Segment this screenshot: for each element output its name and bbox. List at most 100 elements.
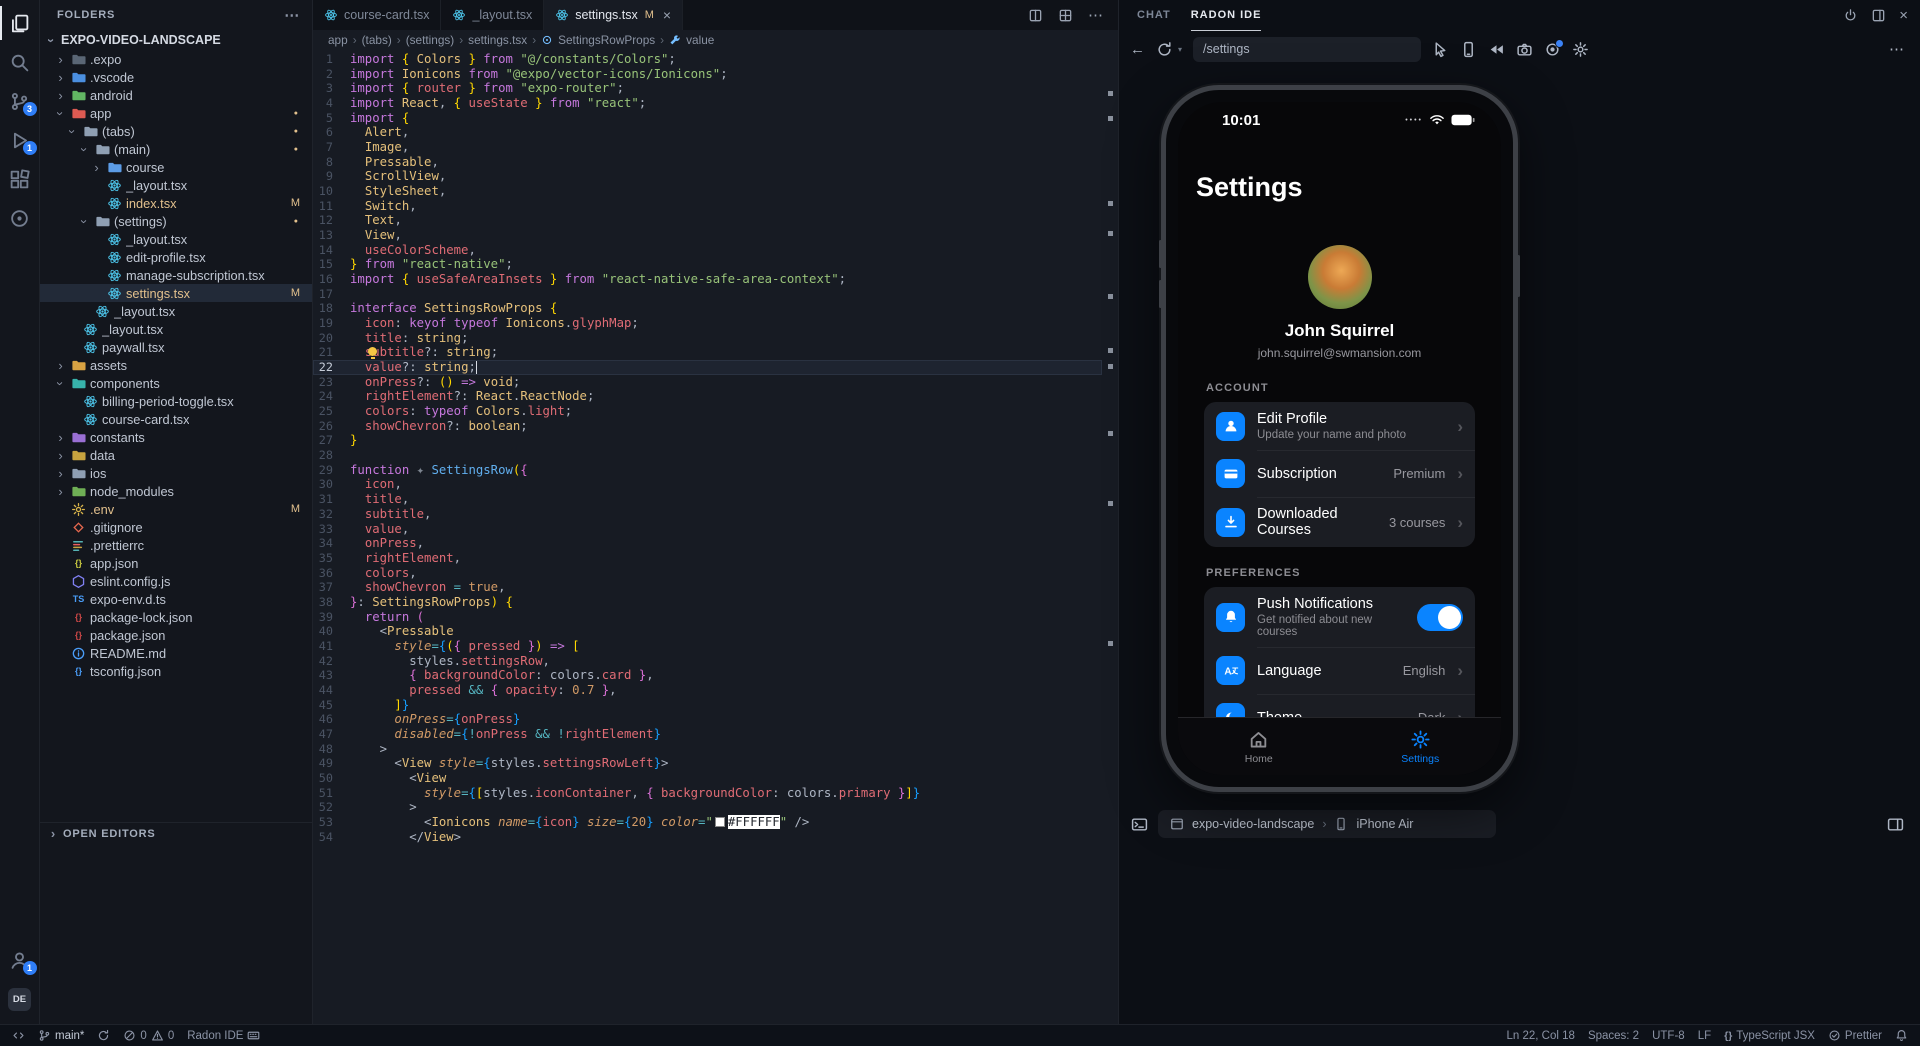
breadcrumb-item[interactable]: settings.tsx [468, 33, 527, 47]
code-line[interactable]: 43 { backgroundColor: colors.card }, [313, 668, 1102, 683]
tree-item[interactable]: ›data [40, 446, 312, 464]
toggle-switch[interactable] [1417, 604, 1463, 631]
code-line[interactable]: 18interface SettingsRowProps { [313, 301, 1102, 316]
screenshot-icon[interactable] [1516, 41, 1533, 58]
tree-item[interactable]: ›manage-subscription.tsx [40, 266, 312, 284]
tree-item[interactable]: ›billing-period-toggle.tsx [40, 392, 312, 410]
code-line[interactable]: 35 rightElement, [313, 551, 1102, 566]
tree-item[interactable]: ›_layout.tsx [40, 230, 312, 248]
tree-item[interactable]: ›components [40, 374, 312, 392]
activity-explorer[interactable] [0, 6, 40, 40]
activity-scm[interactable]: 3 [0, 84, 40, 118]
panel-tab-chat[interactable]: CHAT [1137, 0, 1171, 31]
tree-item[interactable]: ›constants [40, 428, 312, 446]
code-line[interactable]: 31 title, [313, 492, 1102, 507]
breadcrumb-item[interactable]: (settings) [406, 33, 455, 47]
phone-tab-settings[interactable]: Settings [1340, 718, 1502, 775]
tree-item[interactable]: ›edit-profile.tsx [40, 248, 312, 266]
tab-_layout-tsx[interactable]: _layout.tsx [441, 0, 544, 30]
code-line[interactable]: 20 title: string; [313, 331, 1102, 346]
status-problems[interactable]: 00 [123, 1029, 174, 1042]
status-notifications[interactable] [1895, 1029, 1908, 1042]
status-language-mode[interactable]: {}TypeScript JSX [1724, 1030, 1815, 1042]
code-line[interactable]: 34 onPress, [313, 536, 1102, 551]
code-line[interactable]: 19 icon: keyof typeof Ionicons.glyphMap; [313, 316, 1102, 331]
tree-item[interactable]: ›assets [40, 356, 312, 374]
code-line[interactable]: 2import Ionicons from "@expo/vector-icon… [313, 67, 1102, 82]
settings-row[interactable]: ALanguageEnglish› [1204, 647, 1475, 694]
breadcrumb-item[interactable]: value [686, 33, 714, 47]
tree-item[interactable]: ›settings.tsxM [40, 284, 312, 302]
tree-item[interactable]: ›.vscode [40, 68, 312, 86]
tree-item[interactable]: ›(main)● [40, 140, 312, 158]
status-branch[interactable]: main* [38, 1029, 84, 1042]
code-line[interactable]: 27} [313, 433, 1102, 448]
overview-ruler[interactable] [1105, 49, 1117, 1024]
code-line[interactable]: 38}: SettingsRowProps) { [313, 595, 1102, 610]
code-line[interactable]: 47 disabled={!onPress && !rightElement} [313, 727, 1102, 742]
activity-accounts[interactable]: 1 [0, 943, 40, 977]
code-line[interactable]: 52 > [313, 800, 1102, 815]
close-icon[interactable]: × [1899, 8, 1908, 23]
record-icon[interactable] [1544, 41, 1561, 58]
code-line[interactable]: 41 style={({ pressed }) => [ [313, 639, 1102, 654]
tree-item[interactable]: ›ios [40, 464, 312, 482]
code-line[interactable]: 50 <View [313, 771, 1102, 786]
refresh-icon[interactable] [1156, 41, 1173, 58]
open-in-window-icon[interactable] [1871, 8, 1886, 23]
settings-row[interactable]: SubscriptionPremium› [1204, 450, 1475, 497]
settings-row[interactable]: Downloaded Courses3 courses› [1204, 497, 1475, 547]
tree-item[interactable]: ›app● [40, 104, 312, 122]
status-sync[interactable] [97, 1029, 110, 1042]
tree-item[interactable]: ›README.md [40, 644, 312, 662]
activity-search[interactable] [0, 45, 40, 79]
code-line[interactable]: 49 <View style={styles.settingsRowLeft}> [313, 756, 1102, 771]
power-icon[interactable] [1843, 8, 1858, 23]
code-line[interactable]: 14 useColorScheme, [313, 243, 1102, 258]
code-line[interactable]: 23 onPress?: () => void; [313, 375, 1102, 390]
activity-debug[interactable]: 1 [0, 123, 40, 157]
code-line[interactable]: 16import { useSafeAreaInsets } from "rea… [313, 272, 1102, 287]
code-line[interactable]: 15} from "react-native"; [313, 257, 1102, 272]
panel-toggle-icon[interactable] [1887, 816, 1904, 833]
phone-tab-home[interactable]: Home [1178, 718, 1340, 775]
device-selector[interactable]: expo-video-landscape › iPhone Air [1158, 810, 1496, 838]
open-editors-header[interactable]: › OPEN EDITORS [40, 822, 312, 844]
tree-item[interactable]: ›.gitignore [40, 518, 312, 536]
code-line[interactable]: 30 icon, [313, 477, 1102, 492]
code-line[interactable]: 44 pressed && { opacity: 0.7 }, [313, 683, 1102, 698]
code-line[interactable]: 37 showChevron = true, [313, 580, 1102, 595]
settings-row[interactable]: Push NotificationsGet notified about new… [1204, 587, 1475, 647]
code-line[interactable]: 5import { [313, 111, 1102, 126]
console-icon[interactable] [1131, 816, 1148, 833]
status-indentation[interactable]: Spaces: 2 [1588, 1030, 1639, 1042]
tree-root-folder[interactable]: › EXPO-VIDEO-LANDSCAPE [40, 30, 312, 50]
more-actions-icon[interactable]: ⋯ [284, 6, 300, 24]
inspect-icon[interactable] [1432, 41, 1449, 58]
replay-icon[interactable] [1488, 41, 1505, 58]
profile-avatar[interactable] [1308, 245, 1372, 309]
code-line[interactable]: 22 value?: string; [313, 360, 1102, 375]
tree-item[interactable]: ›_layout.tsx [40, 176, 312, 194]
panel-tab-radon-ide[interactable]: RADON IDE [1191, 0, 1262, 31]
code-line[interactable]: 10 StyleSheet, [313, 184, 1102, 199]
tree-item[interactable]: ›{}tsconfig.json [40, 662, 312, 680]
status-radon-ide[interactable]: Radon IDE [187, 1029, 260, 1042]
code-line[interactable]: 40 <Pressable [313, 624, 1102, 639]
editor-layout-icon[interactable] [1058, 8, 1073, 23]
tree-item[interactable]: ›{}package.json [40, 626, 312, 644]
code-line[interactable]: 25 colors: typeof Colors.light; [313, 404, 1102, 419]
tree-item[interactable]: ›_layout.tsx [40, 302, 312, 320]
code-line[interactable]: 6 Alert, [313, 125, 1102, 140]
tab-settings-tsx[interactable]: settings.tsxM× [544, 0, 683, 30]
code-line[interactable]: 51 style={[styles.iconContainer, { backg… [313, 786, 1102, 801]
close-icon[interactable]: × [663, 7, 671, 23]
breadcrumb-item[interactable]: (tabs) [362, 33, 392, 47]
settings-gear-icon[interactable] [1572, 41, 1589, 58]
tree-item[interactable]: ›course [40, 158, 312, 176]
code-line[interactable]: 53 <Ionicons name={icon} size={20} color… [313, 815, 1102, 830]
status-cursor-position[interactable]: Ln 22, Col 18 [1507, 1030, 1575, 1042]
code-line[interactable]: 28 [313, 448, 1102, 463]
more-actions-icon[interactable]: ⋯ [1088, 8, 1103, 23]
device-screen[interactable]: 10:01 •••• Settings John Squirrel john.s… [1178, 102, 1501, 775]
